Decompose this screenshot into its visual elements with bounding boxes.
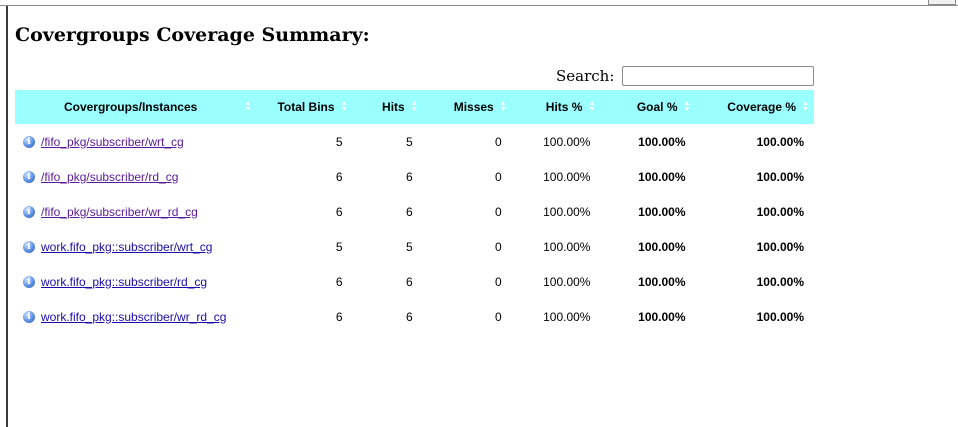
- total-bins-cell: 6: [335, 169, 343, 184]
- sort-arrows-icon: ▲ ▼: [499, 100, 507, 113]
- misses-cell: 0: [495, 134, 502, 149]
- sort-arrows-icon: ▲ ▼: [802, 100, 809, 113]
- goal-pct-cell: 100.00%: [638, 239, 686, 254]
- hits-cell: 6: [406, 309, 413, 324]
- window-left-border: [6, 6, 8, 427]
- table-row: i/fifo_pkg/subscriber/rd_cg 6 6 0 100.00…: [15, 159, 814, 194]
- hits-pct-cell: 100.00%: [543, 274, 591, 289]
- total-bins-cell: 5: [335, 134, 343, 149]
- column-header-coverage-pct[interactable]: Coverage % ▲ ▼: [696, 90, 814, 124]
- window-corner-control: [928, 0, 956, 5]
- misses-cell: 0: [495, 239, 502, 254]
- coverage-pct-cell: 100.00%: [756, 274, 804, 289]
- goal-pct-cell: 100.00%: [638, 204, 686, 219]
- total-bins-cell: 5: [335, 239, 343, 254]
- column-header-misses[interactable]: Misses ▲ ▼: [423, 90, 512, 124]
- misses-cell: 0: [495, 274, 502, 289]
- column-header-total-bins[interactable]: Total Bins ▲ ▼: [256, 90, 352, 124]
- hits-cell: 6: [406, 169, 413, 184]
- info-icon: i: [23, 170, 35, 183]
- table-row: i work.fifo_pkg::subscriber/wr_rd_cg 6 6 …: [15, 299, 814, 334]
- coverage-pct-cell: 100.00%: [756, 134, 804, 149]
- info-icon: i: [23, 205, 35, 218]
- coverage-pct-cell: 100.00%: [756, 309, 804, 324]
- sort-arrows-icon: ▲ ▼: [683, 100, 691, 113]
- search-bar: Search:: [556, 66, 815, 86]
- table-header-row: Covergroups/Instances ▲ ▼ Total Bins ▲ ▼ H…: [15, 90, 814, 124]
- info-icon: i: [23, 240, 35, 253]
- covergroup-link[interactable]: work.fifo_pkg::subscriber/rd_cg: [41, 275, 207, 289]
- coverage-pct-cell: 100.00%: [756, 204, 804, 219]
- info-icon: i: [23, 310, 35, 323]
- misses-cell: 0: [495, 204, 502, 219]
- coverage-pct-cell: 100.00%: [756, 169, 804, 184]
- info-icon: i: [23, 135, 35, 148]
- hits-cell: 6: [406, 274, 413, 289]
- goal-pct-cell: 100.00%: [638, 274, 686, 289]
- coverage-pct-cell: 100.00%: [756, 239, 804, 254]
- table-row: i work.fifo_pkg::subscriber/rd_cg 6 6 0 1…: [15, 264, 814, 299]
- table-row: i/fifo_pkg/subscriber/wrt_cg 5 5 0 100.0…: [15, 124, 814, 159]
- sort-arrows-icon: ▲ ▼: [244, 100, 252, 113]
- hits-cell: 5: [406, 134, 413, 149]
- goal-pct-cell: 100.00%: [638, 134, 686, 149]
- goal-pct-cell: 100.00%: [638, 309, 686, 324]
- total-bins-cell: 6: [335, 204, 343, 219]
- column-header-covergroups[interactable]: Covergroups/Instances ▲ ▼: [15, 90, 256, 124]
- info-icon: i: [23, 275, 35, 288]
- hits-pct-cell: 100.00%: [543, 204, 591, 219]
- sort-arrows-icon: ▲ ▼: [410, 100, 418, 113]
- covergroup-link[interactable]: /fifo_pkg/subscriber/wr_rd_cg: [41, 205, 198, 219]
- misses-cell: 0: [495, 309, 502, 324]
- hits-pct-cell: 100.00%: [543, 134, 591, 149]
- covergroup-link[interactable]: /fifo_pkg/subscriber/rd_cg: [41, 170, 178, 184]
- goal-pct-cell: 100.00%: [638, 169, 686, 184]
- total-bins-cell: 6: [335, 309, 343, 324]
- search-label: Search:: [556, 67, 615, 85]
- column-header-hits[interactable]: Hits ▲ ▼: [353, 90, 423, 124]
- column-header-goal-pct[interactable]: Goal % ▲ ▼: [600, 90, 695, 124]
- window-top-border: [0, 5, 958, 6]
- total-bins-cell: 6: [335, 274, 343, 289]
- page-title: Covergroups Coverage Summary:: [15, 24, 370, 46]
- coverage-table: Covergroups/Instances ▲ ▼ Total Bins ▲ ▼ H…: [15, 90, 814, 334]
- covergroup-link[interactable]: /fifo_pkg/subscriber/wrt_cg: [41, 135, 184, 149]
- hits-pct-cell: 100.00%: [543, 169, 591, 184]
- sort-arrows-icon: ▲ ▼: [588, 100, 596, 113]
- covergroup-link[interactable]: work.fifo_pkg::subscriber/wrt_cg: [41, 240, 212, 254]
- sort-arrows-icon: ▲ ▼: [340, 100, 348, 113]
- hits-pct-cell: 100.00%: [543, 309, 591, 324]
- hits-pct-cell: 100.00%: [543, 239, 591, 254]
- misses-cell: 0: [495, 169, 502, 184]
- column-header-hits-pct[interactable]: Hits % ▲ ▼: [512, 90, 601, 124]
- covergroup-link[interactable]: work.fifo_pkg::subscriber/wr_rd_cg: [41, 310, 226, 324]
- table-row: i/fifo_pkg/subscriber/wr_rd_cg 6 6 0 100…: [15, 194, 814, 229]
- hits-cell: 5: [406, 239, 413, 254]
- table-row: i work.fifo_pkg::subscriber/wrt_cg 5 5 0 …: [15, 229, 814, 264]
- hits-cell: 6: [406, 204, 413, 219]
- search-input[interactable]: [622, 66, 815, 86]
